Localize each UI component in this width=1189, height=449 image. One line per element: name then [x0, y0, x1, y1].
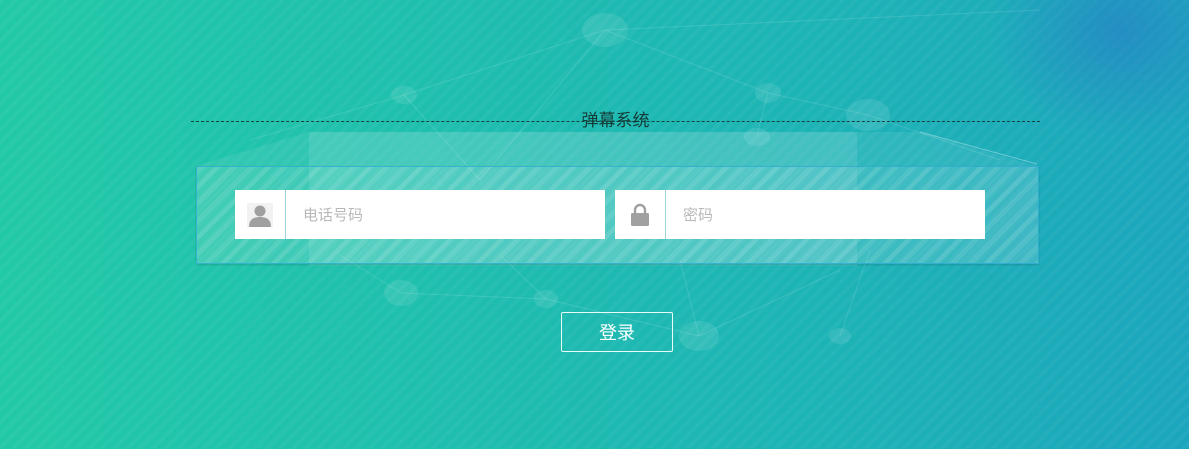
phone-field	[235, 190, 605, 239]
password-input[interactable]	[666, 190, 985, 239]
lock-icon	[615, 190, 666, 239]
page-title: 弹幕系统	[581, 111, 650, 131]
password-field	[615, 190, 985, 239]
title-row: 弹幕系统	[191, 109, 1040, 133]
phone-input[interactable]	[286, 190, 605, 239]
login-page: 弹幕系统 登录	[0, 0, 1189, 449]
login-form-panel	[196, 166, 1039, 264]
login-button[interactable]: 登录	[561, 312, 673, 352]
user-icon	[235, 190, 286, 239]
